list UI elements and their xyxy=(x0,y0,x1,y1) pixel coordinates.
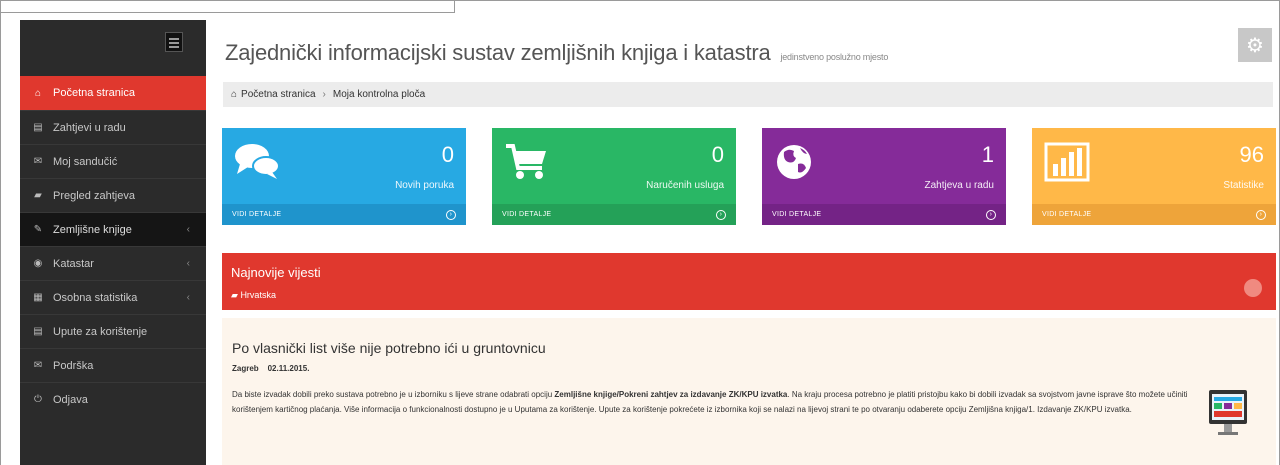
chevron-left-icon: ‹ xyxy=(186,258,190,269)
frame-border xyxy=(1,12,455,13)
arrow-circle-icon: › xyxy=(716,209,726,220)
news-heading: Najnovije vijesti xyxy=(231,265,321,280)
frame-border xyxy=(454,0,455,12)
power-icon: ⏻ xyxy=(34,394,42,405)
chevron-left-icon: ‹ xyxy=(186,224,190,235)
tile-requests-in-progress[interactable]: 1 Zahtjeva u radu VIDI DETALJE › xyxy=(762,128,1006,225)
sidebar-item-label: Katastar xyxy=(53,257,94,270)
sidebar-item-label: Zemljišne knjige xyxy=(53,223,132,236)
article-location: Zagreb xyxy=(232,364,259,373)
tile-statistics[interactable]: 96 Statistike VIDI DETALJE › xyxy=(1032,128,1276,225)
frame-border xyxy=(0,0,1,465)
chat-icon xyxy=(235,144,280,179)
sidebar-item-label: Osobna statistika xyxy=(53,291,138,304)
news-article: Po vlasnički list više nije potrebno ići… xyxy=(222,318,1276,465)
article-text-part: Da biste izvadak dobili preko sustava po… xyxy=(232,390,555,399)
envelope-icon: ✉ xyxy=(33,156,43,167)
page-title: Zajednički informacijski sustav zemljišn… xyxy=(225,40,888,66)
tile-count: 0 xyxy=(441,142,454,167)
folder-icon: ▰ xyxy=(34,190,42,201)
comment-icon: ▰ xyxy=(231,290,238,300)
tile-footer-link[interactable]: VIDI DETALJE › xyxy=(492,204,736,225)
article-meta: Zagreb 02.11.2015. xyxy=(232,364,309,373)
document-icon: ▤ xyxy=(33,326,43,337)
tile-footer-label: VIDI DETALJE xyxy=(232,211,282,218)
app-title: Zajednički informacijski sustav zemljišn… xyxy=(225,40,771,65)
list-icon: ▤ xyxy=(33,122,43,133)
tile-label: Zahtjeva u radu xyxy=(924,180,995,191)
envelope-icon: ✉ xyxy=(33,360,43,371)
sidebar-item-label: Zahtjevi u radu xyxy=(53,121,126,134)
sidebar: ⌂ Početna stranica ▤ Zahtjevi u radu ✉ M… xyxy=(20,20,206,465)
tile-new-messages[interactable]: 0 Novih poruka VIDI DETALJE › xyxy=(222,128,466,225)
sidebar-item-label: Upute za korištenje xyxy=(53,325,148,338)
cart-icon xyxy=(506,144,546,179)
article-text-bold: Zemljišne knjige/Pokreni zahtjev za izda… xyxy=(554,390,788,399)
sidebar-item-osobna-statistika[interactable]: ▦ Osobna statistika ‹ xyxy=(20,280,206,314)
sidebar-item-label: Pregled zahtjeva xyxy=(53,189,135,202)
sidebar-item-upute[interactable]: ▤ Upute za korištenje xyxy=(20,314,206,348)
sidebar-header xyxy=(20,20,206,76)
sidebar-item-zahtjevi-u-radu[interactable]: ▤ Zahtjevi u radu xyxy=(20,110,206,144)
bar-chart-icon xyxy=(1044,142,1090,182)
sidebar-nav: ⌂ Početna stranica ▤ Zahtjevi u radu ✉ M… xyxy=(20,76,206,416)
news-tag-label: Hrvatska xyxy=(240,290,276,300)
sidebar-item-label: Početna stranica xyxy=(53,87,135,99)
breadcrumb-home-link[interactable]: Početna stranica xyxy=(241,89,316,100)
home-icon: ⌂ xyxy=(231,89,238,100)
tile-label: Statistike xyxy=(1223,180,1264,191)
sidebar-item-katastar[interactable]: ◉ Katastar ‹ xyxy=(20,246,206,280)
gear-icon: ⚙ xyxy=(1246,34,1264,57)
chevron-left-icon: ‹ xyxy=(186,292,190,303)
sidebar-item-zemljisne-knjige[interactable]: ✎ Zemljišne knjige ‹ xyxy=(20,212,206,246)
tile-footer-label: VIDI DETALJE xyxy=(1042,211,1092,218)
sidebar-item-label: Podrška xyxy=(53,359,94,372)
settings-button[interactable]: ⚙ xyxy=(1238,28,1272,62)
globe-icon xyxy=(777,145,811,179)
tile-count: 1 xyxy=(981,142,994,167)
tools-icon: ✎ xyxy=(33,224,43,235)
globe-icon: ◉ xyxy=(33,258,43,269)
tile-footer-label: VIDI DETALJE xyxy=(772,211,822,218)
monitor-icon xyxy=(1209,390,1247,435)
tile-count: 96 xyxy=(1239,142,1264,167)
breadcrumb-current: Moja kontrolna ploča xyxy=(332,89,426,100)
chart-icon: ▦ xyxy=(33,292,43,303)
sidebar-item-moj-sanducic[interactable]: ✉ Moj sandučić xyxy=(20,144,206,178)
news-tag[interactable]: ▰ Hrvatska xyxy=(231,290,276,301)
sidebar-item-odjava[interactable]: ⏻ Odjava xyxy=(20,382,206,416)
tile-count: 0 xyxy=(711,142,724,167)
menu-toggle-icon[interactable] xyxy=(165,32,183,52)
chevron-right-icon: › xyxy=(322,89,326,100)
app-subtitle: jedinstveno poslužno mjesto xyxy=(780,52,889,62)
article-text: Da biste izvadak dobili preko sustava po… xyxy=(232,387,1192,417)
tile-footer-link[interactable]: VIDI DETALJE › xyxy=(762,204,1006,225)
tile-footer-label: VIDI DETALJE xyxy=(502,211,552,218)
tile-label: Naručenih usluga xyxy=(646,180,724,191)
tile-footer-link[interactable]: VIDI DETALJE › xyxy=(222,204,466,225)
tile-ordered-services[interactable]: 0 Naručenih usluga VIDI DETALJE › xyxy=(492,128,736,225)
sidebar-item-pregled-zahtjeva[interactable]: ▰ Pregled zahtjeva xyxy=(20,178,206,212)
article-title[interactable]: Po vlasnički list više nije potrebno ići… xyxy=(232,340,546,356)
sidebar-item-podrska[interactable]: ✉ Podrška xyxy=(20,348,206,382)
sidebar-item-label: Odjava xyxy=(53,393,88,406)
news-header: Najnovije vijesti ▰ Hrvatska xyxy=(222,253,1276,310)
home-icon: ⌂ xyxy=(34,87,42,99)
arrow-circle-icon: › xyxy=(446,209,456,220)
tile-footer-link[interactable]: VIDI DETALJE › xyxy=(1032,204,1276,225)
tile-label: Novih poruka xyxy=(395,180,454,191)
sidebar-item-pocetna-stranica[interactable]: ⌂ Početna stranica xyxy=(20,76,206,110)
globe-icon xyxy=(1244,279,1262,297)
arrow-circle-icon: › xyxy=(1256,209,1266,220)
frame-border xyxy=(0,0,1280,1)
sidebar-item-label: Moj sandučić xyxy=(53,155,118,168)
breadcrumb: ⌂ Početna stranica › Moja kontrolna ploč… xyxy=(223,82,1273,107)
article-date: 02.11.2015. xyxy=(267,364,310,373)
arrow-circle-icon: › xyxy=(986,209,996,220)
